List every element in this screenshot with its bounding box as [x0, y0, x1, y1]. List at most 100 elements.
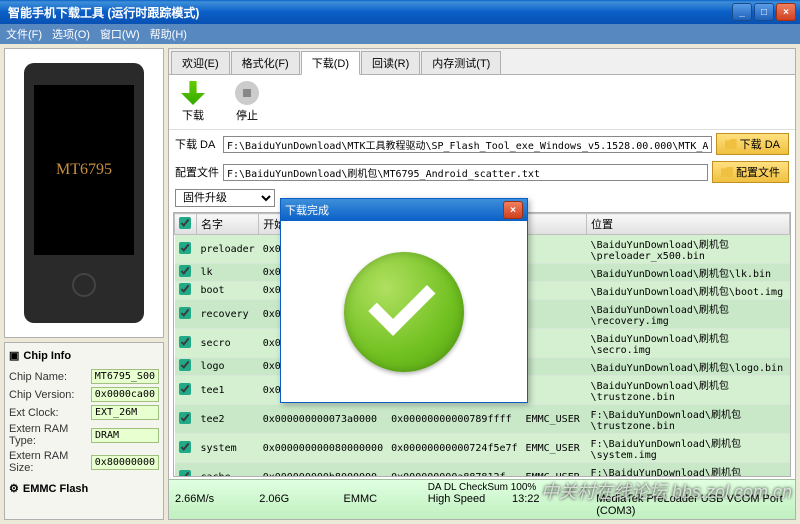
- row-type: [522, 358, 587, 376]
- close-button[interactable]: ×: [776, 3, 796, 21]
- download-button[interactable]: 下载: [181, 81, 205, 123]
- row-path: \BaiduYunDownload\刷机包\logo.bin: [587, 358, 790, 376]
- status-speed: 2.66M/s: [175, 493, 239, 517]
- download-arrow-icon: [181, 81, 205, 105]
- tab-readback[interactable]: 回读(R): [361, 51, 420, 74]
- chip-version-value: 0x0000ca00: [91, 387, 159, 402]
- status-mode: High Speed: [428, 493, 492, 517]
- select-all-checkbox[interactable]: [179, 217, 191, 229]
- row-path: \BaiduYunDownload\刷机包\recovery.img: [587, 300, 790, 329]
- folder-icon: [725, 139, 737, 149]
- row-name: tee1: [197, 376, 259, 405]
- row-name: logo: [197, 358, 259, 376]
- menu-options[interactable]: 选项(O): [52, 26, 90, 42]
- row-path: \BaiduYunDownload\刷机包\secro.img: [587, 329, 790, 358]
- menu-bar: 文件(F) 选项(O) 窗口(W) 帮助(H): [0, 24, 800, 44]
- phone-home-icon: [72, 273, 96, 297]
- chip-info-title: ▣ Chip Info: [9, 347, 159, 366]
- row-addr: 0x000000000073a0000: [259, 405, 387, 434]
- row-type: [522, 282, 587, 300]
- download-complete-dialog: 下载完成 ×: [280, 198, 528, 403]
- row-checkbox[interactable]: [179, 242, 191, 254]
- window-title: 智能手机下载工具 (运行时跟踪模式): [4, 4, 730, 21]
- da-browse-button[interactable]: 下载 DA: [716, 133, 789, 155]
- status-time: 13:22: [512, 493, 576, 517]
- row-type: EMMC_USER: [522, 434, 587, 463]
- status-port: MediaTek PreLoader USB VCOM Port (COM3): [596, 493, 789, 517]
- stop-button[interactable]: 停止: [235, 81, 259, 123]
- row-end: 0x00000000000789ffff: [387, 405, 521, 434]
- row-name: tee2: [197, 405, 259, 434]
- row-checkbox[interactable]: [179, 283, 191, 295]
- da-path-input[interactable]: [223, 136, 712, 153]
- row-end: 0x00000000000724f5e7f: [387, 434, 521, 463]
- maximize-button[interactable]: □: [754, 3, 774, 21]
- row-type: [522, 235, 587, 264]
- table-row[interactable]: tee2 0x000000000073a0000 0x0000000000078…: [175, 405, 790, 434]
- status-storage: EMMC: [344, 493, 408, 517]
- phone-preview: MT6795: [4, 48, 164, 338]
- row-addr: 0x000000000b8000000: [259, 463, 387, 478]
- ram-type-value: DRAM: [91, 428, 159, 443]
- row-name: secro: [197, 329, 259, 358]
- row-path: \BaiduYunDownload\刷机包\boot.img: [587, 282, 790, 300]
- tab-welcome[interactable]: 欢迎(E): [171, 51, 230, 74]
- window-titlebar: 智能手机下载工具 (运行时跟踪模式) _ □ ×: [0, 0, 800, 24]
- row-type: [522, 264, 587, 282]
- row-path: F:\BaiduYunDownload\刷机包\trustzone.bin: [587, 405, 790, 434]
- row-path: F:\BaiduYunDownload\刷机包\system.img: [587, 434, 790, 463]
- row-type: [522, 376, 587, 405]
- row-end: 0x000000000a887812f: [387, 463, 521, 478]
- menu-file[interactable]: 文件(F): [6, 26, 42, 42]
- ram-size-value: 0x80000000: [91, 455, 159, 470]
- row-checkbox[interactable]: [179, 307, 191, 319]
- row-name: recovery: [197, 300, 259, 329]
- scatter-browse-button[interactable]: 配置文件: [712, 161, 789, 183]
- da-path-label: 下载 DA: [175, 136, 219, 152]
- row-path: \BaiduYunDownload\刷机包\preloader_x500.bin: [587, 235, 790, 264]
- tab-format[interactable]: 格式化(F): [231, 51, 300, 74]
- ext-clock-value: EXT_26M: [91, 405, 159, 420]
- status-bar: DA DL CheckSum 100% 2.66M/s 2.06G EMMC H…: [169, 479, 795, 519]
- menu-window[interactable]: 窗口(W): [100, 26, 140, 42]
- table-row[interactable]: cache 0x000000000b8000000 0x000000000a88…: [175, 463, 790, 478]
- tab-strip: 欢迎(E) 格式化(F) 下载(D) 回读(R) 内存测试(T): [169, 49, 795, 75]
- row-type: [522, 300, 587, 329]
- row-checkbox[interactable]: [179, 412, 191, 424]
- row-checkbox[interactable]: [179, 265, 191, 277]
- row-type: [522, 329, 587, 358]
- row-type: EMMC_USER: [522, 405, 587, 434]
- emmc-flash-title: ⚙ EMMC Flash: [9, 480, 159, 499]
- row-name: boot: [197, 282, 259, 300]
- minimize-button[interactable]: _: [732, 3, 752, 21]
- row-path: \BaiduYunDownload\刷机包\lk.bin: [587, 264, 790, 282]
- scatter-path-label: 配置文件: [175, 164, 219, 180]
- phone-model-label: MT6795: [34, 85, 134, 255]
- row-path: \BaiduYunDownload\刷机包\trustzone.bin: [587, 376, 790, 405]
- row-checkbox[interactable]: [179, 383, 191, 395]
- tab-memtest[interactable]: 内存测试(T): [421, 51, 501, 74]
- dialog-title: 下载完成: [285, 202, 501, 218]
- table-row[interactable]: system 0x000000000080000000 0x0000000000…: [175, 434, 790, 463]
- row-checkbox[interactable]: [179, 359, 191, 371]
- row-name: system: [197, 434, 259, 463]
- row-checkbox[interactable]: [179, 441, 191, 453]
- dialog-close-button[interactable]: ×: [503, 201, 523, 219]
- row-path: F:\BaiduYunDownload\刷机包\cache.img: [587, 463, 790, 478]
- status-checksum: DA DL CheckSum 100%: [175, 482, 789, 493]
- row-type: EMMC_USER: [522, 463, 587, 478]
- row-name: lk: [197, 264, 259, 282]
- mode-select[interactable]: 固件升级: [175, 189, 275, 207]
- menu-help[interactable]: 帮助(H): [150, 26, 187, 42]
- chip-info-panel: ▣ Chip Info Chip Name:MT6795_S00 Chip Ve…: [4, 342, 164, 520]
- row-checkbox[interactable]: [179, 470, 191, 478]
- stop-icon: [235, 81, 259, 105]
- row-checkbox[interactable]: [179, 336, 191, 348]
- row-name: cache: [197, 463, 259, 478]
- row-name: preloader: [197, 235, 259, 264]
- scatter-path-input[interactable]: [223, 164, 708, 181]
- folder-icon: [721, 167, 733, 177]
- chip-name-value: MT6795_S00: [91, 369, 159, 384]
- tab-download[interactable]: 下载(D): [301, 51, 360, 75]
- status-size: 2.06G: [259, 493, 323, 517]
